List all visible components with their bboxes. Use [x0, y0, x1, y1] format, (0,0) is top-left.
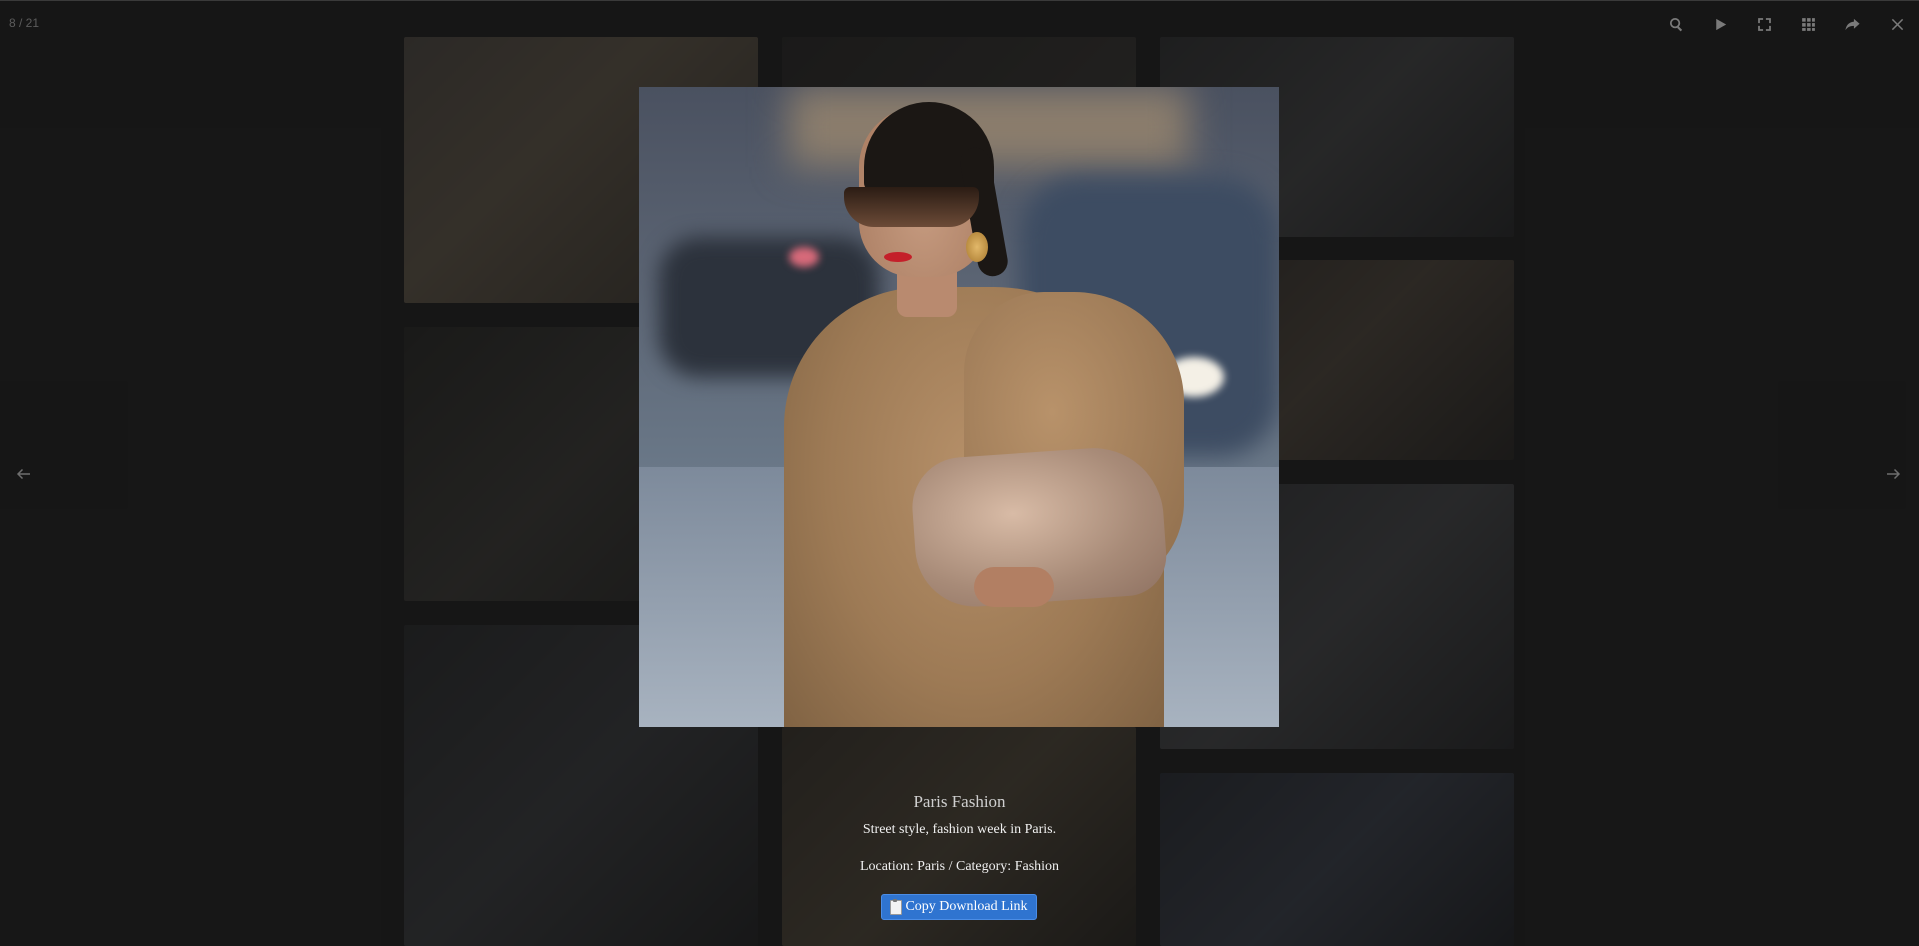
copy-download-link-label: Copy Download Link [905, 899, 1028, 914]
image-description: Street style, fashion week in Paris. [862, 822, 1057, 837]
fullscreen-icon [1757, 17, 1771, 31]
next-image-button[interactable] [1881, 462, 1905, 486]
search-button[interactable] [1665, 13, 1687, 35]
arrow-left-icon [16, 468, 30, 480]
image-title: Paris Fashion [913, 792, 1006, 811]
fullscreen-button[interactable] [1753, 13, 1775, 35]
share-button[interactable] [1841, 13, 1863, 35]
lightbox-image [639, 87, 1279, 727]
copy-download-link-button[interactable]: Copy Download Link [881, 894, 1037, 920]
previous-image-button[interactable] [12, 462, 36, 486]
grid-icon [1801, 17, 1815, 31]
play-icon [1715, 18, 1726, 30]
share-icon [1844, 18, 1860, 30]
slideshow-play-button[interactable] [1709, 13, 1731, 35]
thumbnails-button[interactable] [1797, 13, 1819, 35]
lightbox-toolbar: 8 / 21 [0, 0, 1919, 47]
image-meta: Location: Paris / Category: Fashion [859, 859, 1060, 874]
close-icon [1891, 18, 1903, 30]
search-icon [1669, 17, 1682, 31]
close-button[interactable] [1886, 13, 1908, 35]
clipboard-icon [890, 898, 903, 915]
image-counter: 8 / 21 [9, 16, 40, 30]
lightbox-viewer: 8 / 21 Paris Fashion Street style, fashi… [0, 0, 1919, 946]
arrow-right-icon [1887, 468, 1901, 480]
